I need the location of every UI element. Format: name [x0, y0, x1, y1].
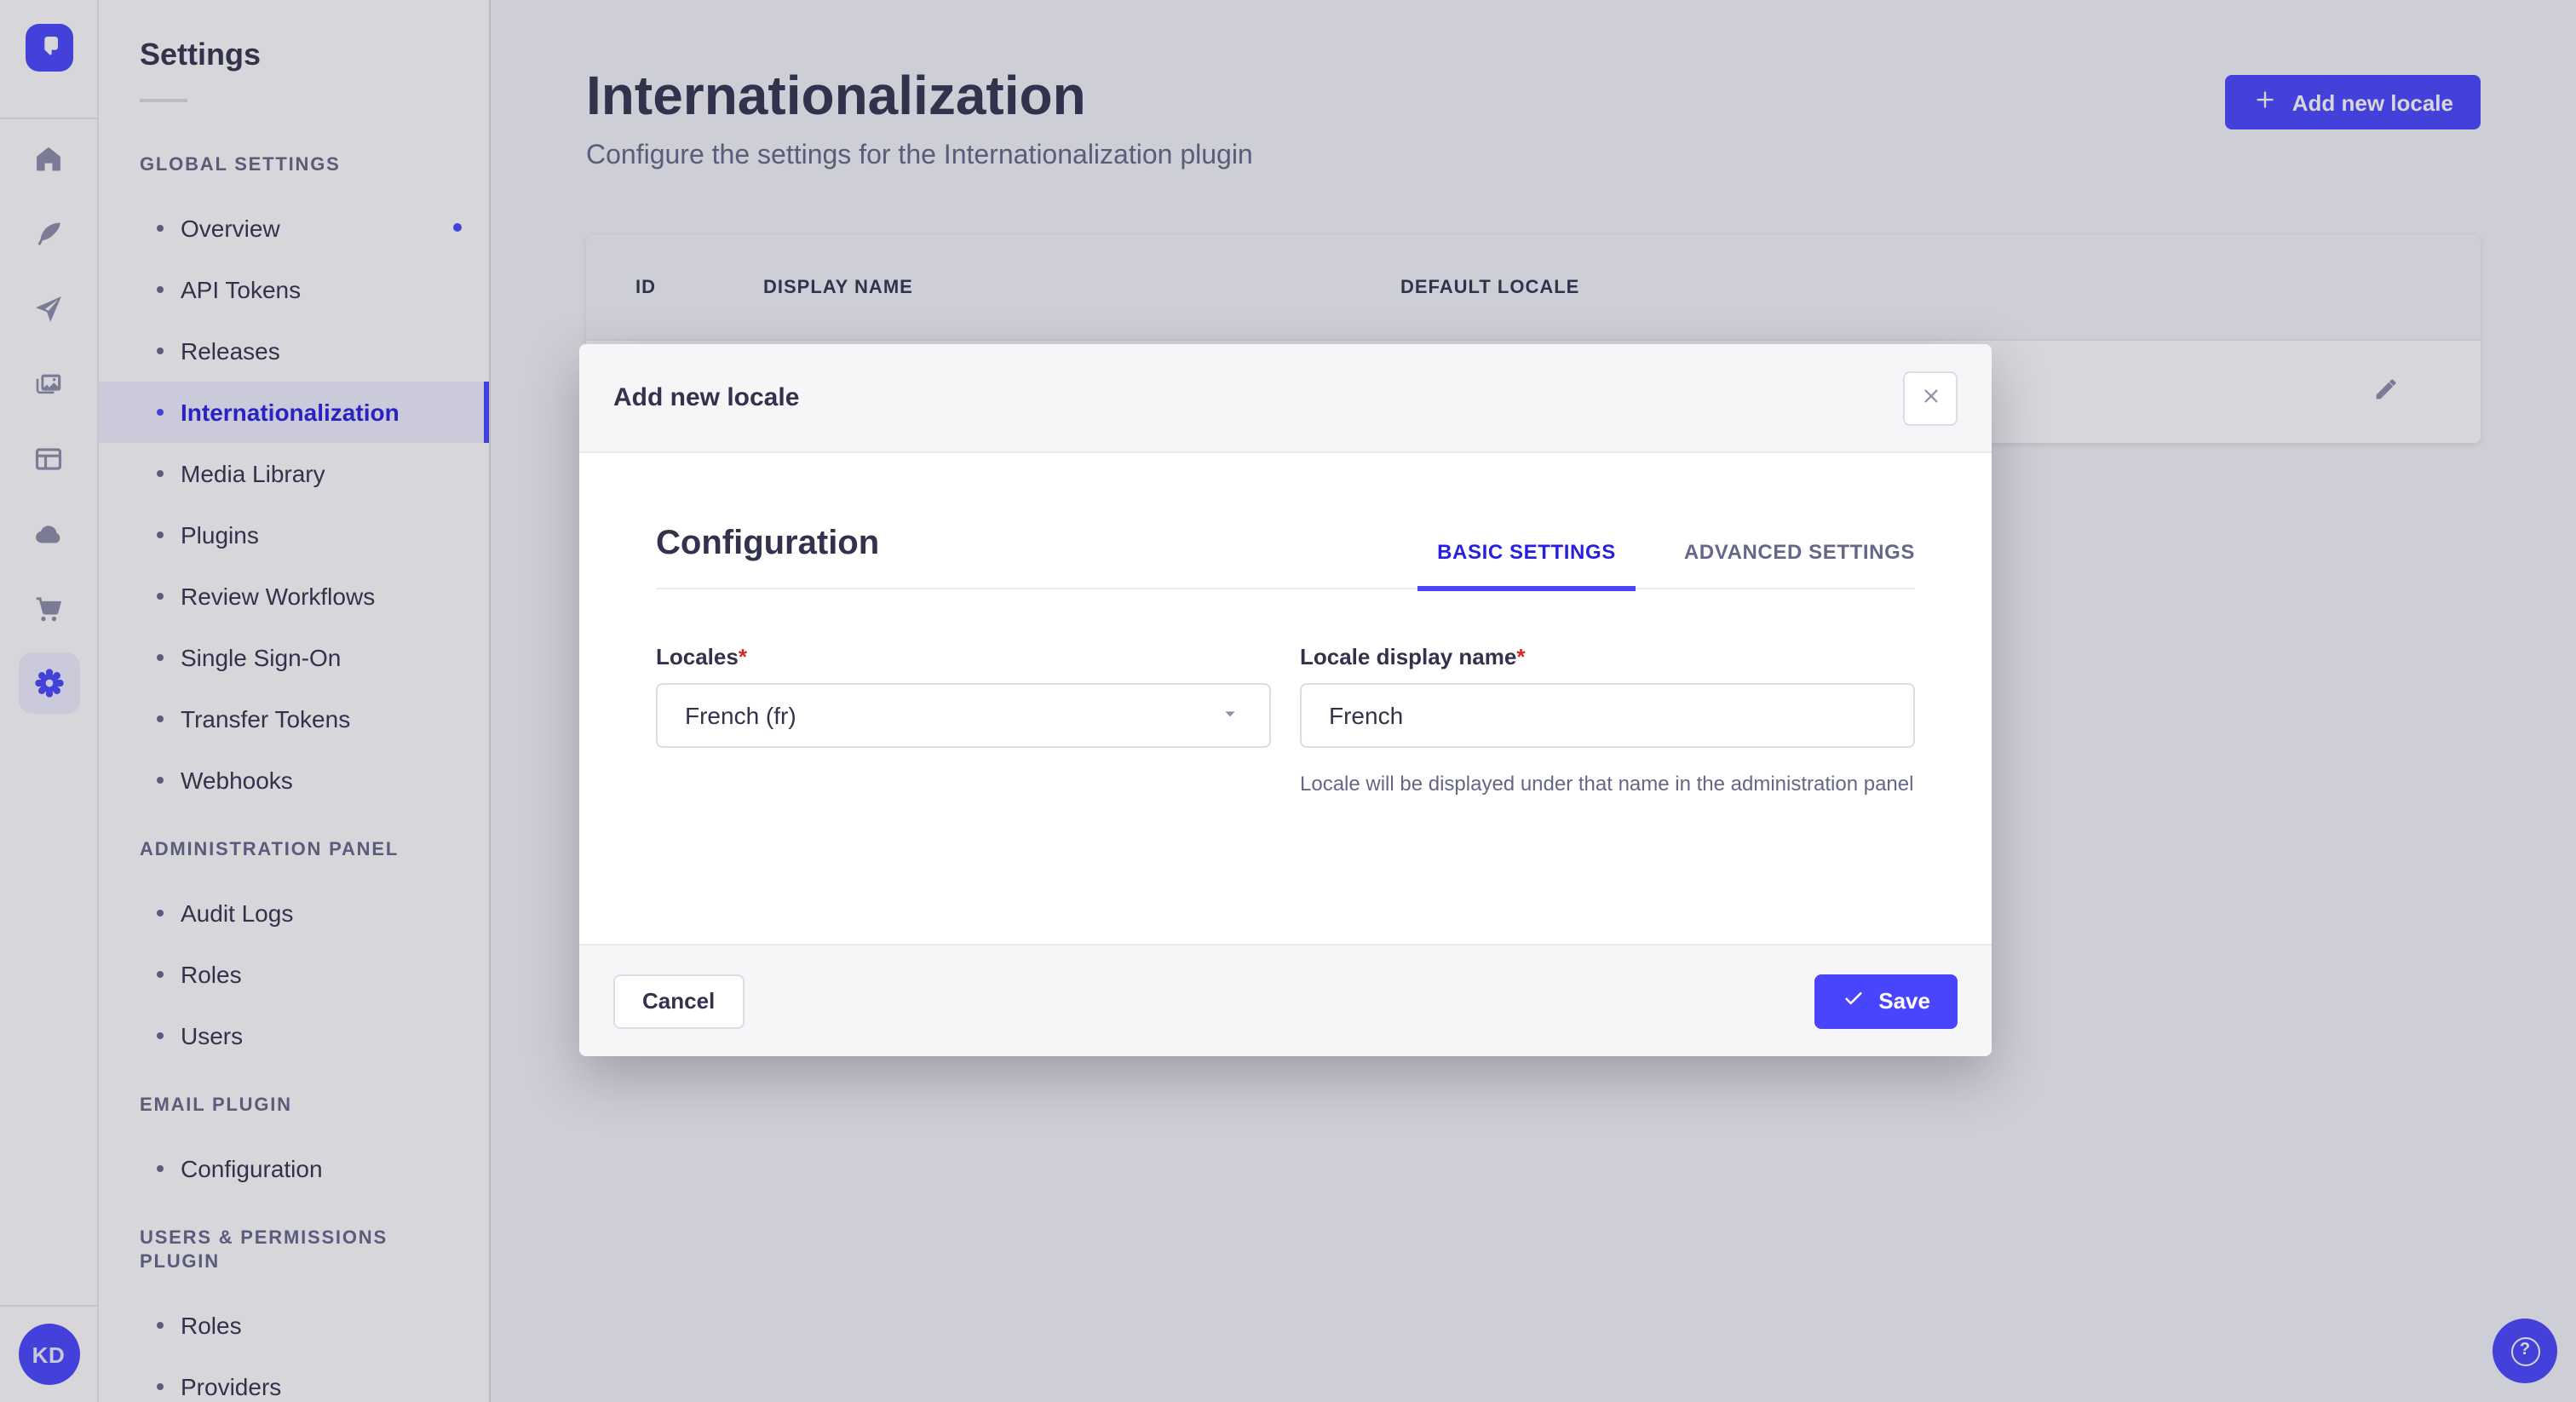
locales-field: Locales* French (fr)	[656, 644, 1271, 799]
tab-basic-settings[interactable]: BASIC SETTINGS	[1417, 540, 1636, 591]
close-icon	[1918, 382, 1943, 413]
locale-form: Locales* French (fr) Locale display name…	[656, 589, 1915, 799]
locales-select-value: French (fr)	[685, 702, 796, 729]
display-name-input-wrapper	[1300, 683, 1915, 748]
display-name-label-text: Locale display name	[1300, 644, 1517, 669]
check-icon	[1841, 986, 1865, 1015]
locales-label-text: Locales	[656, 644, 739, 669]
settings-tabs: BASIC SETTINGS ADVANCED SETTINGS	[1417, 540, 1915, 591]
required-asterisk: *	[738, 644, 747, 669]
modal-header: Add new locale	[579, 344, 1992, 453]
display-name-label: Locale display name*	[1300, 644, 1915, 669]
modal-body: Configuration BASIC SETTINGS ADVANCED SE…	[579, 453, 1992, 944]
required-asterisk: *	[1516, 644, 1526, 669]
display-name-field: Locale display name* Locale will be disp…	[1300, 644, 1915, 799]
display-name-hint: Locale will be displayed under that name…	[1300, 772, 1914, 796]
save-label: Save	[1878, 988, 1930, 1014]
add-locale-modal: Add new locale Configuration BASIC SETTI…	[579, 344, 1992, 1056]
display-name-input[interactable]	[1329, 702, 1886, 729]
modal-title: Add new locale	[613, 383, 800, 412]
locales-label: Locales*	[656, 644, 1271, 669]
app-window: KD Settings GLOBAL SETTINGS Overview API…	[0, 0, 2576, 1402]
chevron-down-icon	[1218, 701, 1242, 730]
locales-select[interactable]: French (fr)	[656, 683, 1271, 748]
configuration-header-row: Configuration BASIC SETTINGS ADVANCED SE…	[656, 453, 1915, 591]
tab-advanced-settings[interactable]: ADVANCED SETTINGS	[1664, 540, 1915, 588]
cancel-button[interactable]: Cancel	[613, 974, 745, 1028]
configuration-title: Configuration	[656, 525, 880, 562]
modal-close-button[interactable]	[1903, 371, 1958, 425]
save-button[interactable]: Save	[1814, 974, 1958, 1028]
modal-footer: Cancel Save	[579, 944, 1992, 1056]
